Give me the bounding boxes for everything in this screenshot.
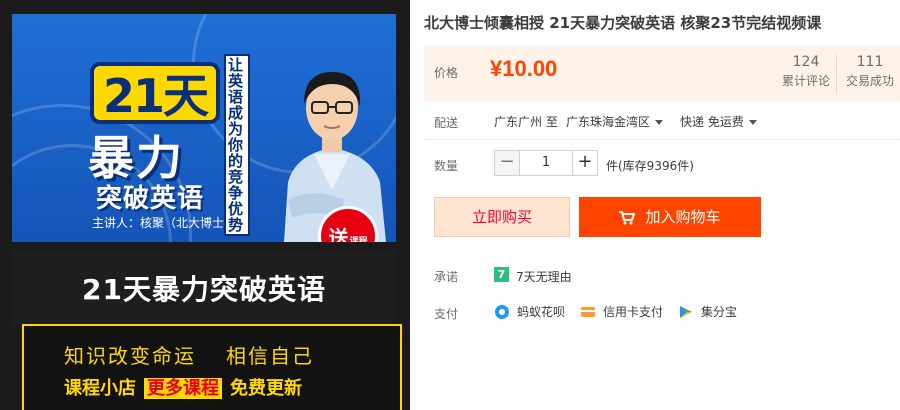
quantity-input[interactable]: 1: [520, 150, 572, 176]
payment-method-label: 集分宝: [701, 305, 738, 319]
delivery-label: 配送: [434, 116, 459, 130]
product-image[interactable]: 21天 暴力 突破英语 主讲人：核聚（北大博士） 让英语成为你的竞争优势 送 课…: [0, 0, 410, 410]
promo-more-text: 更多课程: [144, 378, 222, 399]
chevron-down-icon: [748, 120, 757, 125]
add-to-cart-button[interactable]: 加入购物车: [579, 197, 761, 237]
payment-label: 支付: [434, 307, 459, 321]
promo-shop-text: 课程小店: [64, 378, 136, 399]
price-label: 价格: [434, 66, 459, 80]
quantity-label: 数量: [434, 159, 459, 173]
banner-slogan: 让英语成为你的竞争优势: [224, 54, 250, 236]
buy-now-button[interactable]: 立即购买: [434, 197, 570, 237]
payment-method-huabei[interactable]: 蚂蚁花呗: [494, 303, 565, 320]
banner-headline-2: 突破英语: [96, 184, 205, 214]
gift-badge-main: 送: [328, 225, 349, 243]
banner-badge: 21天: [90, 62, 220, 124]
promise-text[interactable]: 7天无理由: [516, 268, 572, 285]
add-to-cart-label: 加入购物车: [645, 208, 721, 226]
promo-text-b: 相信自己: [226, 344, 314, 368]
product-banner: 21天 暴力 突破英语 主讲人：核聚（北大博士） 让英语成为你的竞争优势 送 课…: [12, 14, 396, 242]
huabei-icon: [495, 304, 509, 319]
promo-free-text: 免费更新: [230, 378, 302, 399]
price-value: ¥10.00: [490, 56, 558, 81]
delivery-destination: 广东珠海金湾区: [566, 115, 651, 129]
banner-lecturer: 主讲人：核聚（北大博士）: [92, 216, 237, 230]
image-promo-box: 知识改变命运 相信自己 课程小店 更多课程 免费更新: [22, 324, 402, 410]
promo-text-a: 知识改变命运: [64, 344, 196, 368]
image-subtitle-block: 21天暴力突破英语: [12, 250, 396, 326]
reviews-count: 124: [792, 54, 820, 70]
payment-method-credit-card[interactable]: 信用卡支付: [580, 303, 663, 320]
payment-method-label: 信用卡支付: [603, 305, 664, 319]
section-divider: [424, 139, 900, 140]
reviews-stat[interactable]: 124 累计评论: [778, 54, 834, 89]
quantity-stepper: − 1 +: [494, 150, 598, 176]
promo-line-1: 知识改变命运 相信自己: [64, 340, 314, 369]
delivery-from: 广东广州 至: [494, 115, 558, 129]
payment-method-jifenbao[interactable]: 集分宝: [678, 303, 737, 320]
shipping-method: 快递 免运费: [680, 115, 744, 129]
chevron-down-icon: [655, 120, 664, 125]
promo-line-2: 课程小店 更多课程 免费更新: [64, 374, 302, 400]
reviews-label: 累计评论: [781, 74, 830, 88]
price-panel: 价格 ¥10.00 124 累计评论 111 交易成功: [424, 46, 900, 101]
shipping-method-dropdown[interactable]: 快递 免运费: [680, 113, 757, 130]
stock-text: 件(库存9396件): [606, 159, 694, 173]
promise-label: 承诺: [434, 270, 459, 284]
deals-label: 交易成功: [845, 74, 894, 88]
cart-icon: [619, 211, 636, 225]
image-subtitle: 21天暴力突破英语: [82, 273, 326, 306]
deals-stat: 111 交易成功: [842, 54, 898, 89]
seven-day-return-icon: 7: [494, 267, 509, 282]
payment-method-label: 蚂蚁花呗: [517, 305, 566, 319]
quantity-decrease-button[interactable]: −: [494, 150, 520, 176]
deals-count: 111: [856, 54, 884, 70]
quantity-increase-button[interactable]: +: [572, 150, 598, 176]
gift-badge-sub: 课程: [349, 236, 368, 243]
credit-card-icon: [581, 306, 595, 317]
delivery-destination-dropdown[interactable]: 广东珠海金湾区: [566, 113, 664, 130]
product-title: 北大博士倾囊相授 21天暴力突破英语 核聚23节完结视频课: [424, 14, 822, 32]
stat-divider: [836, 54, 837, 94]
jifenbao-icon: [680, 305, 692, 318]
